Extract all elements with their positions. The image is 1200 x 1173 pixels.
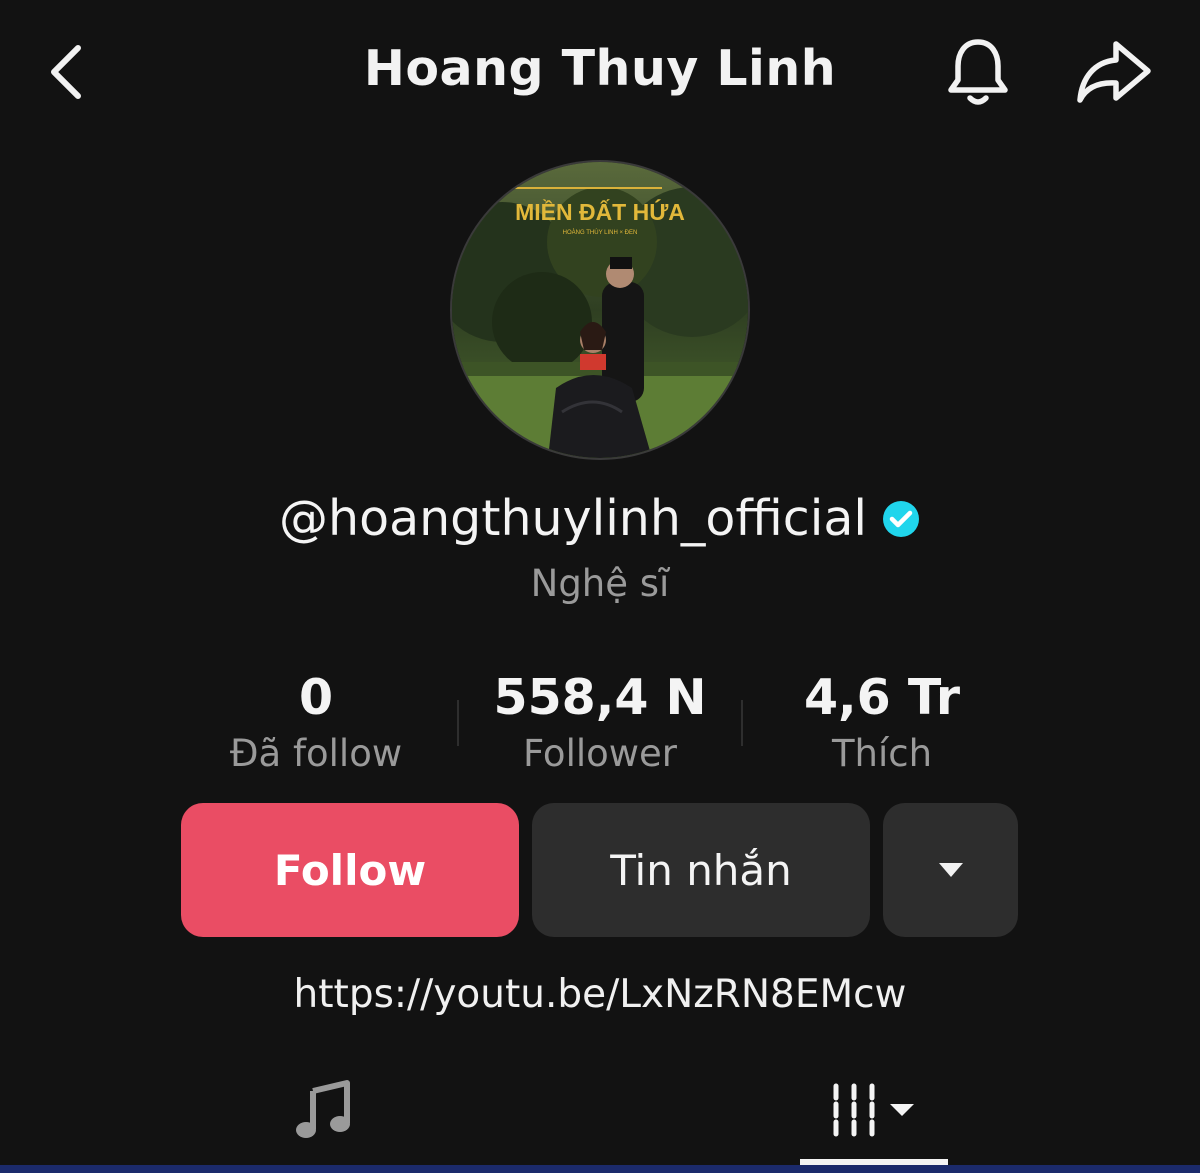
stat-likes-label: Thích [831, 732, 933, 775]
avatar-title-text: MIỀN ĐẤT HỨA [515, 198, 685, 225]
more-options-button[interactable] [883, 803, 1018, 937]
stat-followers[interactable]: 558,4 N Follower [460, 668, 740, 778]
stat-divider [457, 700, 459, 746]
stat-followers-value: 558,4 N [493, 669, 707, 726]
verified-badge-icon [882, 500, 919, 537]
grid-dropdown-icon [833, 1083, 914, 1137]
notification-button[interactable] [942, 34, 1014, 110]
tab-videos[interactable] [800, 1060, 948, 1160]
share-arrow-icon [1077, 41, 1151, 103]
caret-down-icon [938, 863, 963, 877]
follow-button[interactable]: Follow [181, 803, 519, 937]
stat-following[interactable]: 0 Đã follow [176, 668, 456, 778]
stat-likes-value: 4,6 Tr [803, 669, 961, 726]
stat-following-value: 0 [298, 669, 334, 726]
avatar-subtitle-text: HOÀNG THÙY LINH × ĐEN [563, 229, 638, 236]
avatar[interactable]: MIỀN ĐẤT HỨA HOÀNG THÙY LINH × ĐEN [452, 162, 748, 458]
bell-icon [948, 39, 1008, 105]
avatar-image: MIỀN ĐẤT HỨA HOÀNG THÙY LINH × ĐEN [452, 162, 748, 458]
bio-link[interactable]: https://youtu.be/LxNzRN8EMcw [0, 972, 1200, 1017]
message-button[interactable]: Tin nhắn [532, 803, 870, 937]
page-title: Hoang Thuy Linh [363, 40, 837, 97]
username-row: @hoangthuylinh_official [0, 490, 1200, 547]
stat-following-label: Đã follow [229, 732, 403, 775]
share-button[interactable] [1074, 38, 1154, 108]
username: @hoangthuylinh_official [279, 490, 867, 547]
profile-category: Nghệ sĩ [530, 562, 670, 605]
stat-likes[interactable]: 4,6 Tr Thích [742, 668, 1022, 778]
tab-music[interactable] [270, 1060, 380, 1160]
music-note-icon [296, 1080, 350, 1138]
stat-followers-label: Follower [522, 732, 678, 775]
content-preview-strip [0, 1165, 1200, 1173]
